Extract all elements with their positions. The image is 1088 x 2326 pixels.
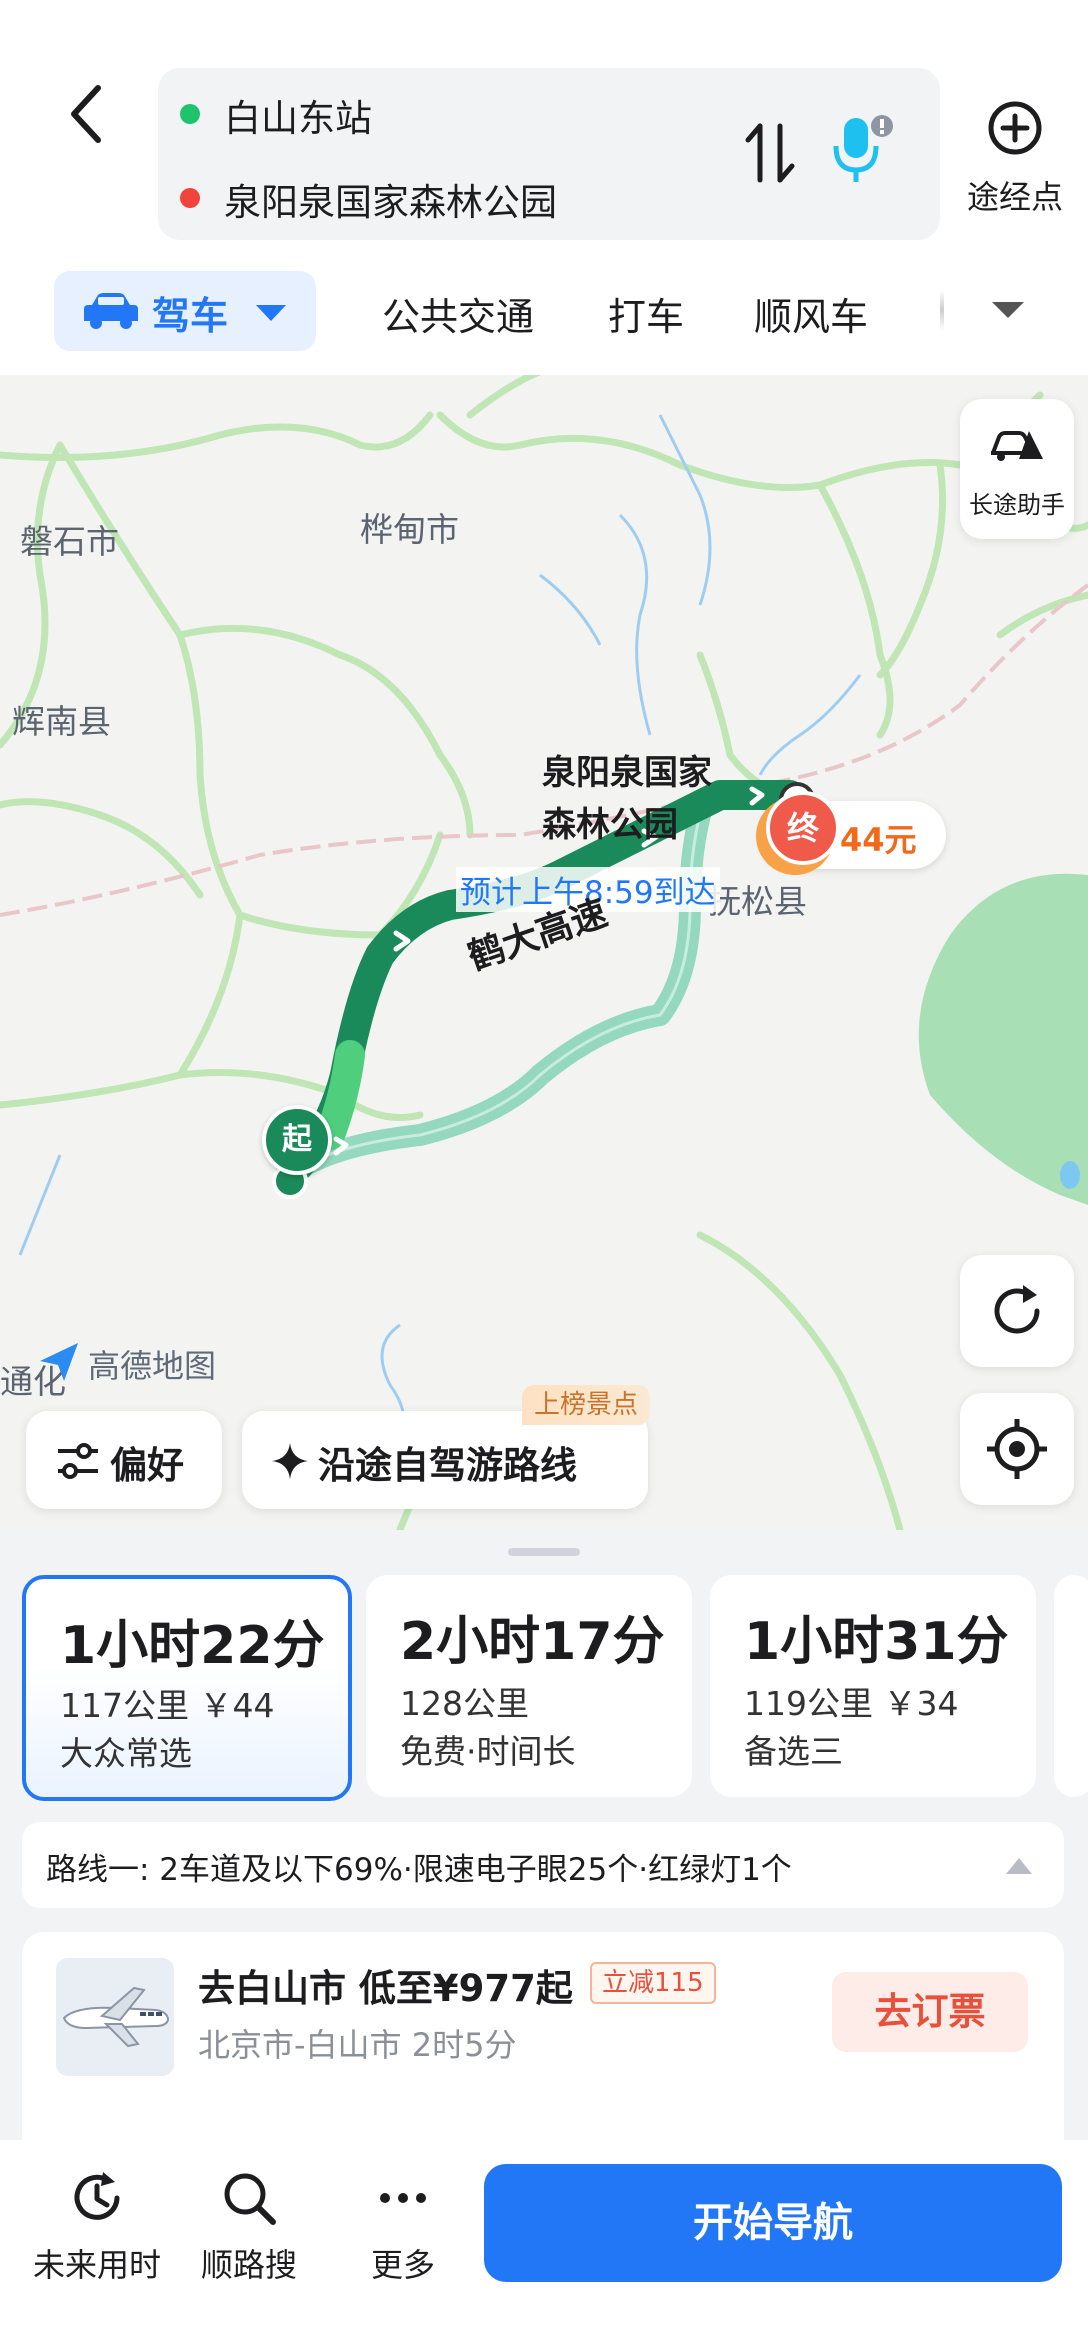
destination-field[interactable]: 泉阳泉国家森林公园	[224, 172, 557, 226]
more-modes-button[interactable]	[988, 296, 1028, 324]
chevron-down-icon	[256, 305, 286, 321]
route-option-1[interactable]: 1小时22分 117公里 ￥44 大众常选	[22, 1575, 352, 1801]
forest-area	[918, 873, 1088, 1205]
refresh-button[interactable]	[960, 1255, 1074, 1367]
map-label-fusong: 抚松县	[708, 882, 807, 921]
tab-carpool[interactable]: 顺风车	[754, 286, 868, 341]
airplane-icon	[56, 1958, 174, 2076]
promo-title: 去白山市 低至¥977起	[198, 1967, 573, 2010]
microphone-icon	[833, 115, 893, 182]
route-option-4-partial[interactable]	[1054, 1575, 1088, 1797]
search-icon	[224, 2173, 276, 2225]
tab-taxi[interactable]: 打车	[608, 286, 684, 341]
promo-discount-badge: 立减115	[590, 1962, 716, 2004]
amap-logo: 高德地图	[36, 1337, 276, 1387]
along-search-label: 顺路搜	[200, 2246, 297, 2284]
swap-icon	[745, 123, 795, 183]
scenic-route-label: 沿途自驾游路线	[318, 1444, 577, 1487]
map-label-huinan: 辉南县	[12, 702, 111, 741]
scenic-route-button[interactable]: 沿途自驾游路线	[242, 1411, 648, 1509]
add-waypoint-button[interactable]: 途经点	[952, 92, 1078, 216]
amap-logo-icon	[40, 1343, 78, 1381]
tab-transit[interactable]: 公共交通	[382, 286, 534, 341]
drag-handle[interactable]	[508, 1548, 580, 1556]
route-tag: 免费·时间长	[400, 1732, 576, 1771]
back-arrow-icon	[71, 85, 101, 143]
route-distance-cost: 117公里 ￥44	[60, 1686, 275, 1725]
route-time: 2小时17分	[400, 1612, 665, 1672]
tab-drive-label: 驾车	[152, 294, 229, 338]
destination-dot	[180, 188, 200, 208]
clock-icon	[74, 2172, 120, 2220]
long-trip-assistant-button[interactable]: 长途助手	[960, 399, 1074, 539]
route-header: 白山东站 泉阳泉国家森林公园 途经点 驾车 公共交通 打车 顺风车	[0, 0, 1088, 375]
route-distance-cost: 119公里 ￥34	[744, 1684, 959, 1723]
route-distance-cost: 128公里	[400, 1684, 529, 1723]
amap-logo-text: 高德地图	[88, 1347, 217, 1385]
flight-promo-card[interactable]: 去白山市 低至¥977起 立减115 北京市-白山市 2时5分 去订票	[22, 1932, 1064, 2162]
car-icon	[84, 293, 138, 329]
route-option-2[interactable]: 2小时17分 128公里 免费·时间长	[366, 1575, 692, 1797]
tab-drive[interactable]: 驾车	[54, 271, 316, 351]
scenic-badge: 上榜景点	[522, 1385, 651, 1425]
back-button[interactable]	[56, 78, 120, 150]
route-summary-bar[interactable]: 路线一: 2车道及以下69%·限速电子眼25个·红绿灯1个	[22, 1822, 1064, 1908]
start-marker[interactable]: 起	[262, 1105, 332, 1175]
route-time: 1小时31分	[744, 1612, 1009, 1672]
refresh-icon	[994, 1285, 1040, 1334]
more-button[interactable]: 更多	[328, 2168, 478, 2286]
long-trip-assistant-label: 长途助手	[969, 491, 1065, 519]
tab-fade-divider	[940, 290, 944, 330]
origin-field[interactable]: 白山东站	[224, 88, 372, 142]
route-input-box: 白山东站 泉阳泉国家森林公园	[158, 68, 940, 240]
end-marker[interactable]: 终	[766, 791, 840, 865]
book-ticket-button[interactable]: 去订票	[832, 1972, 1028, 2052]
preference-button[interactable]: 偏好	[26, 1411, 222, 1509]
locate-crosshair-icon	[987, 1419, 1047, 1479]
route-tag: 大众常选	[60, 1734, 192, 1773]
map-label-panshi: 磐石市	[20, 522, 119, 561]
waypoint-label: 途经点	[966, 178, 1063, 216]
add-circle-icon	[988, 101, 1042, 155]
route-summary-text: 路线一: 2车道及以下69%·限速电子眼25个·红绿灯1个	[46, 1852, 792, 1888]
chevron-down-icon	[992, 302, 1024, 318]
future-time-button[interactable]: 未来用时	[22, 2168, 172, 2286]
destination-name-line1: 泉阳泉国家	[542, 753, 712, 793]
route-option-3[interactable]: 1小时31分 119公里 ￥34 备选三	[710, 1575, 1036, 1797]
chevron-up-icon	[1006, 1858, 1032, 1874]
start-navigation-button[interactable]: 开始导航	[484, 2164, 1062, 2282]
voice-input-button[interactable]	[830, 112, 894, 192]
origin-dot	[180, 104, 200, 124]
destination-map-name: 泉阳泉国家 森林公园	[542, 747, 712, 851]
sparkle-icon	[272, 1443, 308, 1479]
route-time: 1小时22分	[60, 1616, 325, 1676]
destination-name-line2: 森林公园	[542, 805, 678, 845]
promo-subtitle: 北京市-白山市 2时5分	[198, 2026, 517, 2064]
more-label: 更多	[370, 2246, 435, 2284]
more-dots-icon	[380, 2193, 426, 2203]
future-time-label: 未来用时	[32, 2246, 161, 2284]
along-search-button[interactable]: 顺路搜	[174, 2168, 324, 2286]
map-view[interactable]: 磐石市 桦甸市 辉南县 抚松县 通化 泉阳泉国家 森林公园 44元 终 预计上午…	[0, 375, 1088, 1530]
main-route	[275, 780, 805, 1190]
map-label-huadian: 桦甸市	[360, 510, 459, 549]
toll-fee-label: 44元	[840, 821, 917, 859]
preference-label: 偏好	[110, 1444, 184, 1487]
swap-button[interactable]	[740, 118, 800, 188]
sliders-icon	[58, 1443, 98, 1479]
car-road-icon	[991, 431, 1043, 461]
locate-button[interactable]	[960, 1393, 1074, 1505]
route-tag: 备选三	[744, 1732, 843, 1771]
